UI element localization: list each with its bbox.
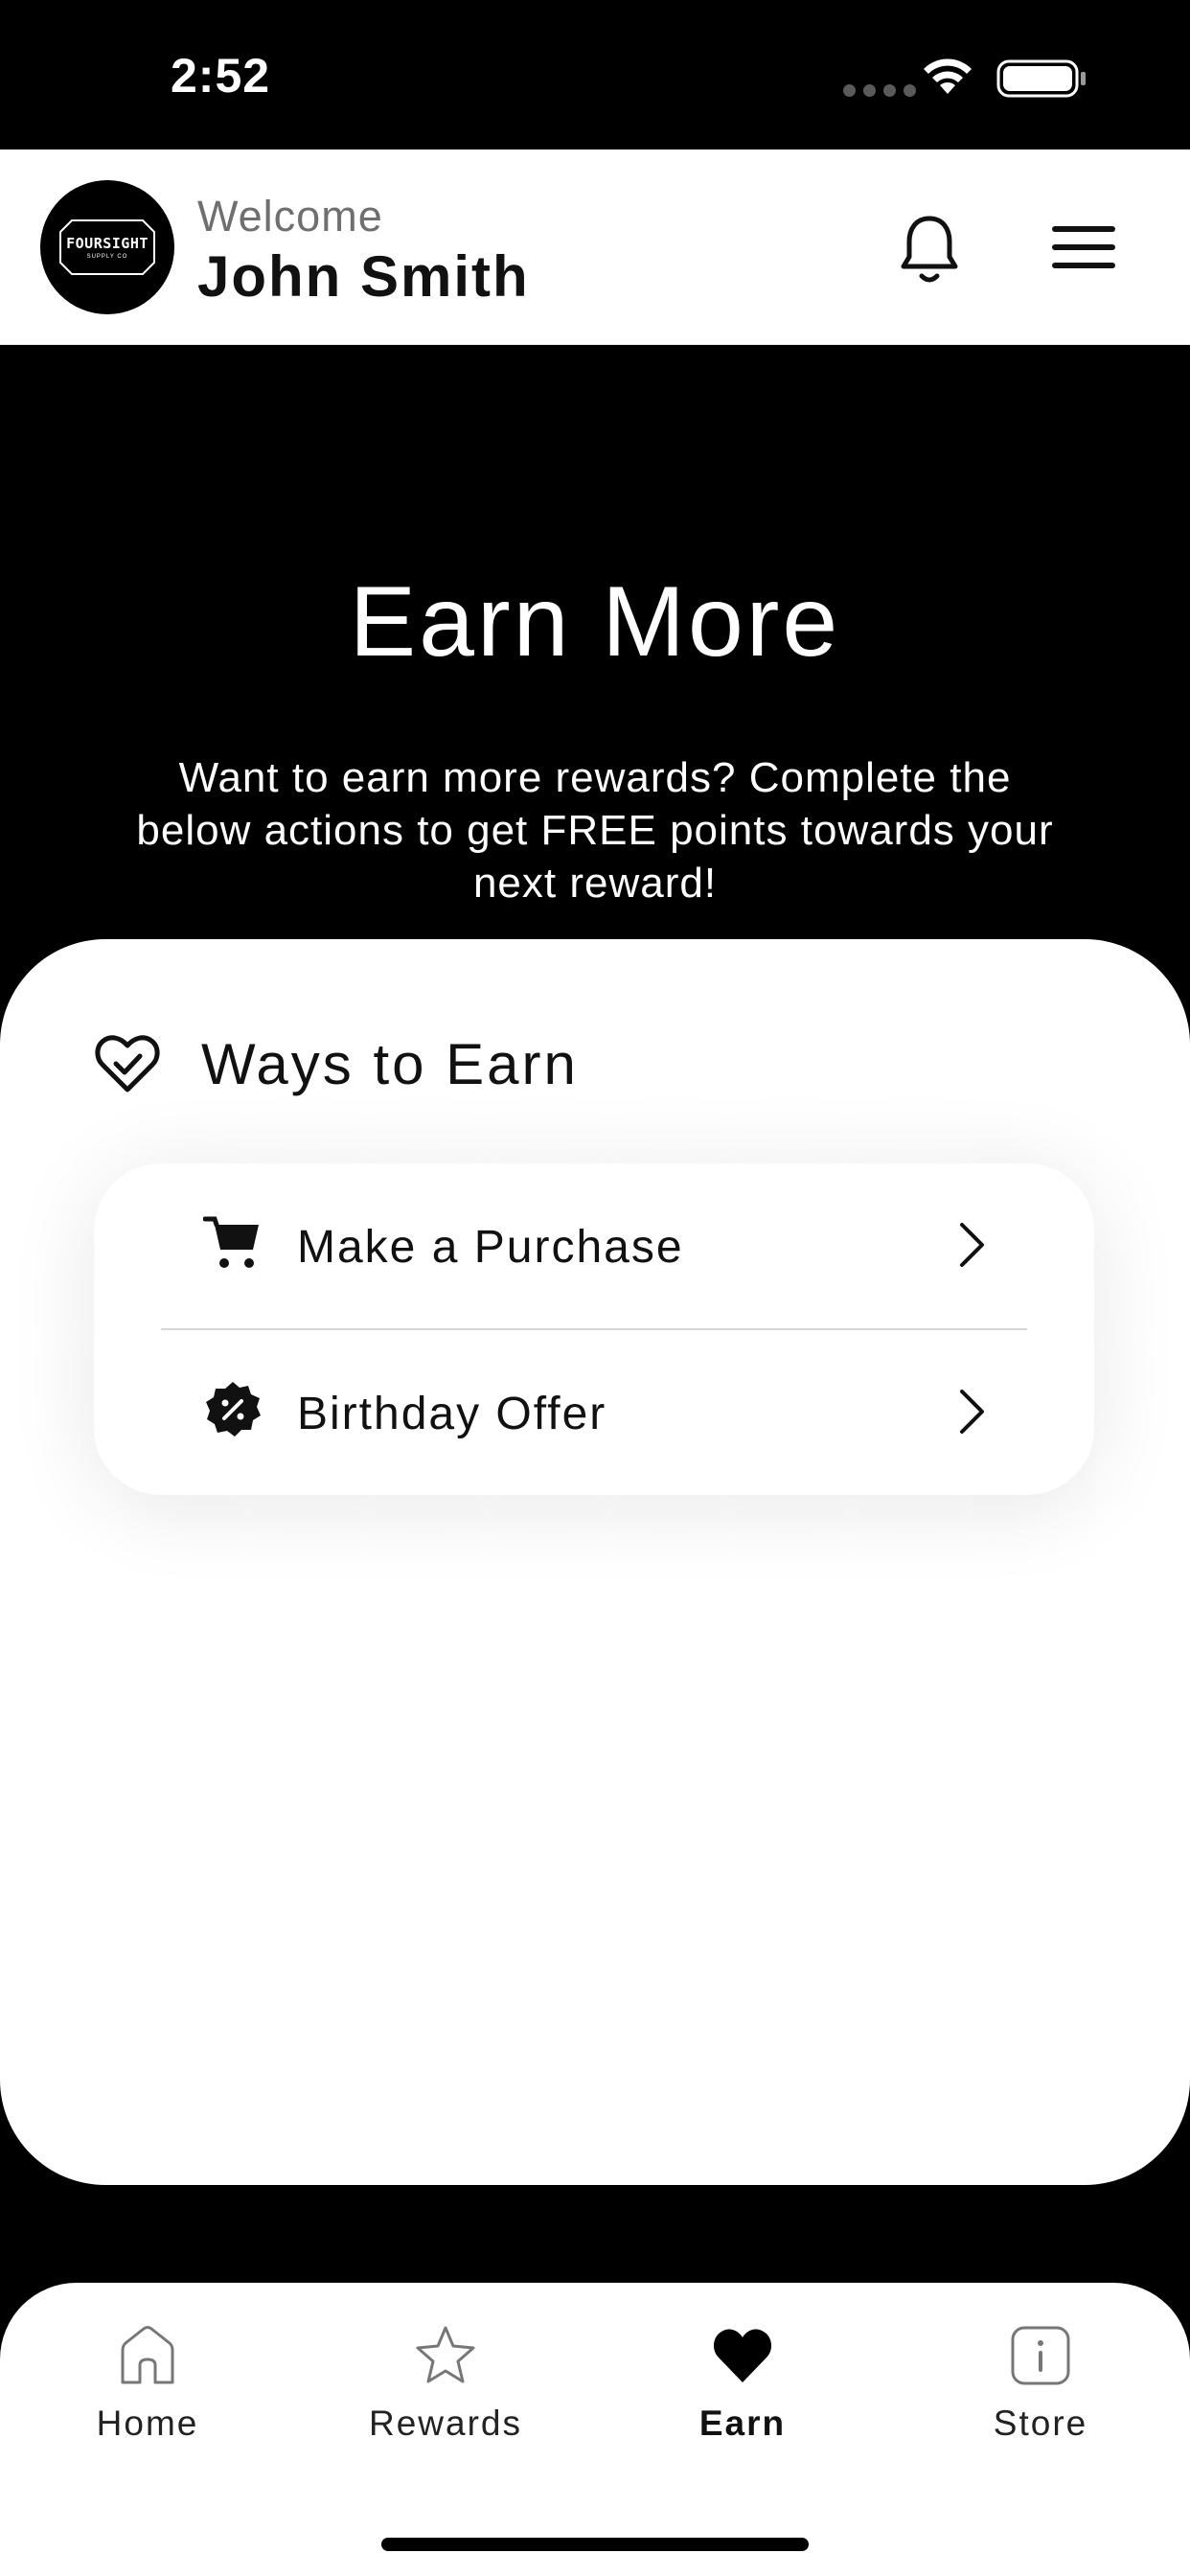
discount-badge-icon	[206, 1382, 261, 1437]
tab-store[interactable]: Store	[935, 2325, 1146, 2450]
chevron-right-icon	[960, 1390, 984, 1434]
tab-label: Rewards	[369, 2404, 522, 2443]
info-icon	[1011, 2326, 1070, 2385]
logo-text: FOURSIGHT	[66, 235, 149, 252]
status-time: 2:52	[171, 49, 271, 103]
heart-icon	[713, 2329, 772, 2382]
bell-icon[interactable]	[896, 211, 963, 288]
earn-option-birthday-offer[interactable]: Birthday Offer	[94, 1330, 1094, 1495]
logo-subtext: SUPPLY CO	[86, 254, 128, 260]
status-bar: 2:52	[0, 0, 1190, 150]
ways-to-earn-card: Ways to Earn Make a Purchase Birthday Of…	[0, 939, 1190, 2185]
page-description: Want to earn more rewards? Complete the …	[136, 754, 1054, 907]
section-title: Ways to Earn	[201, 1032, 579, 1096]
tab-earn[interactable]: Earn	[637, 2325, 848, 2450]
logo-badge: FOURSIGHT SUPPLY CO	[53, 217, 162, 278]
tab-rewards[interactable]: Rewards	[340, 2325, 551, 2450]
page-title: Earn More	[349, 566, 841, 678]
home-icon	[121, 2326, 174, 2384]
signal-icon	[843, 84, 916, 97]
battery-icon	[996, 59, 1086, 98]
earn-option-label: Make a Purchase	[297, 1222, 684, 1273]
brand-logo: FOURSIGHT SUPPLY CO	[40, 180, 174, 314]
heart-check-icon	[95, 1034, 160, 1092]
wifi-icon	[924, 58, 972, 94]
tab-home[interactable]: Home	[42, 2325, 253, 2450]
screen: 2:52 FOURSIGHT SUPPLY CO Welcome John Sm…	[0, 0, 1190, 2576]
tab-label: Earn	[698, 2404, 787, 2443]
earn-option-make-purchase[interactable]: Make a Purchase	[94, 1163, 1094, 1328]
earn-options-list: Make a Purchase Birthday Offer	[94, 1163, 1094, 1495]
user-name: John Smith	[197, 244, 530, 309]
tab-label: Home	[96, 2404, 199, 2443]
section-header: Ways to Earn	[94, 1031, 579, 1097]
chevron-right-icon	[960, 1223, 984, 1267]
menu-icon[interactable]	[1050, 220, 1117, 274]
earn-option-label: Birthday Offer	[297, 1389, 607, 1439]
welcome-label: Welcome	[197, 192, 383, 241]
home-indicator	[381, 2538, 809, 2551]
star-icon	[416, 2326, 475, 2383]
header: FOURSIGHT SUPPLY CO Welcome John Smith	[0, 150, 1190, 345]
bottom-tab-bar: Home Rewards Earn Store	[0, 2283, 1190, 2576]
tab-label: Store	[993, 2404, 1088, 2443]
cart-icon	[203, 1216, 259, 1268]
